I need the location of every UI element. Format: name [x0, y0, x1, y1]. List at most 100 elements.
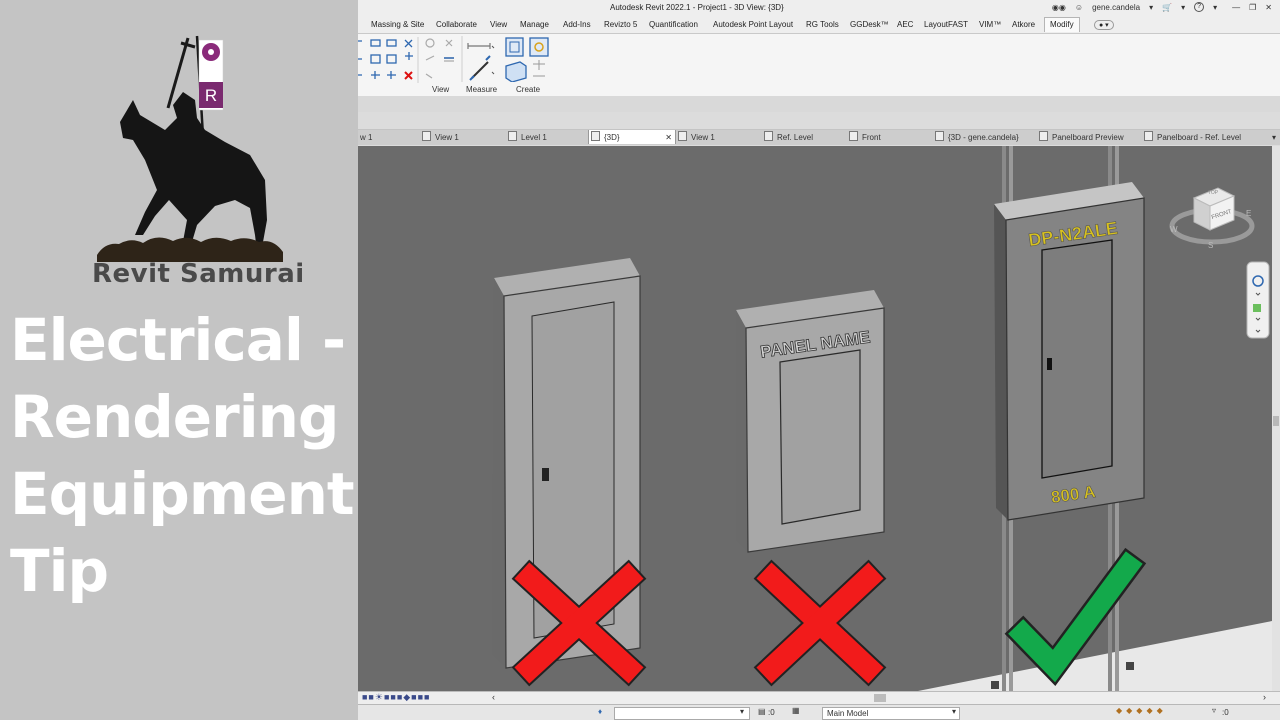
- view-type-icon: [764, 131, 773, 141]
- ribbon-group-measure: Measure: [466, 85, 498, 94]
- username[interactable]: gene.candela: [1092, 3, 1140, 12]
- user-account-icon[interactable]: ☺: [1075, 3, 1083, 12]
- minimize-icon[interactable]: —: [1232, 3, 1240, 12]
- view-type-icon: [422, 131, 431, 141]
- create-tools-icon[interactable]: [503, 36, 553, 82]
- view-tools-icon[interactable]: [424, 36, 464, 82]
- model-select[interactable]: Main Model: [822, 707, 960, 720]
- vertical-scrollbar[interactable]: [1272, 146, 1280, 691]
- headline-line: Tip: [10, 537, 109, 605]
- cart-icon[interactable]: 🛒: [1162, 3, 1172, 12]
- brand-name: Revit Samurai: [92, 259, 305, 289]
- cube-icon: [935, 131, 944, 141]
- menu-ggdesk[interactable]: GGDesk™: [850, 20, 889, 29]
- restore-icon[interactable]: ❐: [1249, 3, 1256, 12]
- tab-view[interactable]: View 1: [420, 130, 459, 145]
- menu-view[interactable]: View: [490, 20, 507, 29]
- banner-letter: R: [205, 86, 217, 105]
- menu-manage[interactable]: Manage: [520, 20, 549, 29]
- editable-only-icon[interactable]: ▤: [758, 707, 766, 716]
- view-control-icons[interactable]: ■■☀■■■◆■■■: [362, 692, 430, 703]
- view-tab-label: Ref. Level: [777, 133, 814, 142]
- view-type-icon: [678, 131, 687, 141]
- dropdown-icon[interactable]: ▾: [1213, 3, 1217, 12]
- menu-point-layout[interactable]: Autodesk Point Layout: [713, 20, 793, 29]
- view-tab-label: View 1: [435, 133, 459, 142]
- horizontal-scrollbar[interactable]: ■■☀■■■◆■■■ ‹ ›: [358, 691, 1280, 705]
- tab-view[interactable]: Panelboard - Ref. Level: [1142, 130, 1241, 145]
- view-tab-label: View 1: [691, 133, 715, 142]
- modify-tools-icon[interactable]: [358, 37, 420, 83]
- filter-icon[interactable]: ▿: [1212, 706, 1216, 715]
- tab-view[interactable]: Panelboard Preview: [1037, 130, 1124, 145]
- view-tab-label: Front: [862, 133, 881, 142]
- ribbon-options-icon[interactable]: ● ▾: [1094, 20, 1114, 30]
- menu-revizto[interactable]: Revizto 5: [604, 20, 637, 29]
- headline-line: Electrical -: [10, 306, 346, 374]
- view-type-icon: [1144, 131, 1153, 141]
- compass-w: W: [1170, 225, 1178, 234]
- menu-rg-tools[interactable]: RG Tools: [806, 20, 839, 29]
- door-latch-icon: [1047, 358, 1052, 370]
- dropdown-icon[interactable]: ▾: [1181, 3, 1185, 12]
- revit-window: Autodesk Revit 2022.1 - Project1 - 3D Vi…: [358, 0, 1280, 720]
- menu-layoutfast[interactable]: LayoutFAST: [924, 20, 968, 29]
- view-tab-label: Panelboard Preview: [1052, 133, 1124, 142]
- tab-list-icon[interactable]: ▾: [1270, 130, 1276, 145]
- headline: Electrical - Rendering Equipment Tip: [10, 302, 355, 610]
- scroll-right-icon[interactable]: ›: [1263, 692, 1266, 702]
- menu-modify[interactable]: Modify: [1044, 17, 1080, 32]
- menu-aec[interactable]: AEC: [897, 20, 913, 29]
- workset-icon[interactable]: ♦: [598, 707, 602, 716]
- options-bar: [358, 96, 1280, 112]
- tab-view[interactable]: Ref. Level: [762, 130, 813, 145]
- tab-close-icon[interactable]: ✕: [665, 130, 672, 145]
- status-bar: ♦ ▾ ▤ :0 ▦ Main Model ▾ ◆◆◆◆◆ ▿ :0: [358, 704, 1280, 720]
- scroll-thumb[interactable]: [874, 694, 886, 702]
- design-options-icon[interactable]: ▦: [792, 706, 800, 715]
- scroll-thumb[interactable]: [1273, 416, 1279, 426]
- viewcube-top-label: TOP: [1208, 190, 1219, 196]
- close-icon[interactable]: ✕: [1265, 3, 1272, 12]
- menu-quantification[interactable]: Quantification: [649, 20, 698, 29]
- help-icon[interactable]: ?: [1194, 2, 1205, 12]
- compass-s: S: [1208, 241, 1213, 250]
- dropdown-icon[interactable]: ▾: [1149, 3, 1153, 12]
- view-tab-label: Panelboard - Ref. Level: [1157, 133, 1242, 142]
- door-latch-icon: [542, 468, 549, 481]
- menu-add-ins[interactable]: Add-Ins: [563, 20, 591, 29]
- tab-view[interactable]: Level 1: [506, 130, 547, 145]
- tab-view-active[interactable]: {3D} ✕: [588, 130, 676, 144]
- dropdown-icon[interactable]: ▾: [740, 707, 744, 716]
- view-tab-label: {3D}: [604, 133, 620, 142]
- menu-collaborate[interactable]: Collaborate: [436, 20, 477, 29]
- dropdown-icon[interactable]: ▾: [952, 707, 956, 716]
- ribbon-group-view: View: [432, 85, 450, 94]
- compass-e: E: [1246, 209, 1251, 218]
- cube-icon: [591, 131, 600, 141]
- measure-icon[interactable]: [466, 36, 498, 82]
- tab-view[interactable]: View 1: [676, 130, 715, 145]
- tab-view[interactable]: {3D - gene.candela}: [933, 130, 1019, 145]
- window-title: Autodesk Revit 2022.1 - Project1 - 3D Vi…: [610, 3, 784, 12]
- panelboard-named[interactable]: PANEL NAME: [736, 290, 885, 553]
- scroll-left-icon[interactable]: ‹: [492, 692, 495, 702]
- ribbon-tab-bar: Massing & Site Collaborate View Manage A…: [358, 17, 1280, 33]
- workset-select[interactable]: [614, 707, 750, 720]
- filter-count: :0: [1222, 708, 1229, 717]
- menu-vim[interactable]: VIM™: [979, 20, 1001, 29]
- properties-strip: [358, 112, 1280, 130]
- view-type-icon: [1039, 131, 1048, 141]
- thumbnail-panel: R Revit Samurai Electrical - Rendering E…: [0, 0, 358, 720]
- coordinate-readout: :0: [768, 708, 775, 717]
- tab-view[interactable]: w 1: [358, 130, 372, 145]
- menu-massing-site[interactable]: Massing & Site: [371, 20, 424, 29]
- binoculars-icon[interactable]: ◉◉: [1052, 3, 1066, 12]
- navigation-bar[interactable]: [1246, 261, 1270, 339]
- zoom-region-icon: [1253, 304, 1261, 312]
- status-tools-icons[interactable]: ◆◆◆◆◆: [1116, 706, 1167, 715]
- menu-atkore[interactable]: Atkore: [1012, 20, 1035, 29]
- tab-view[interactable]: Front: [847, 130, 881, 145]
- title-bar: Autodesk Revit 2022.1 - Project1 - 3D Vi…: [358, 0, 1280, 17]
- 3d-viewport[interactable]: PANEL NAME DP-N2ALE 800 A TOP FRONT W S …: [358, 146, 1272, 691]
